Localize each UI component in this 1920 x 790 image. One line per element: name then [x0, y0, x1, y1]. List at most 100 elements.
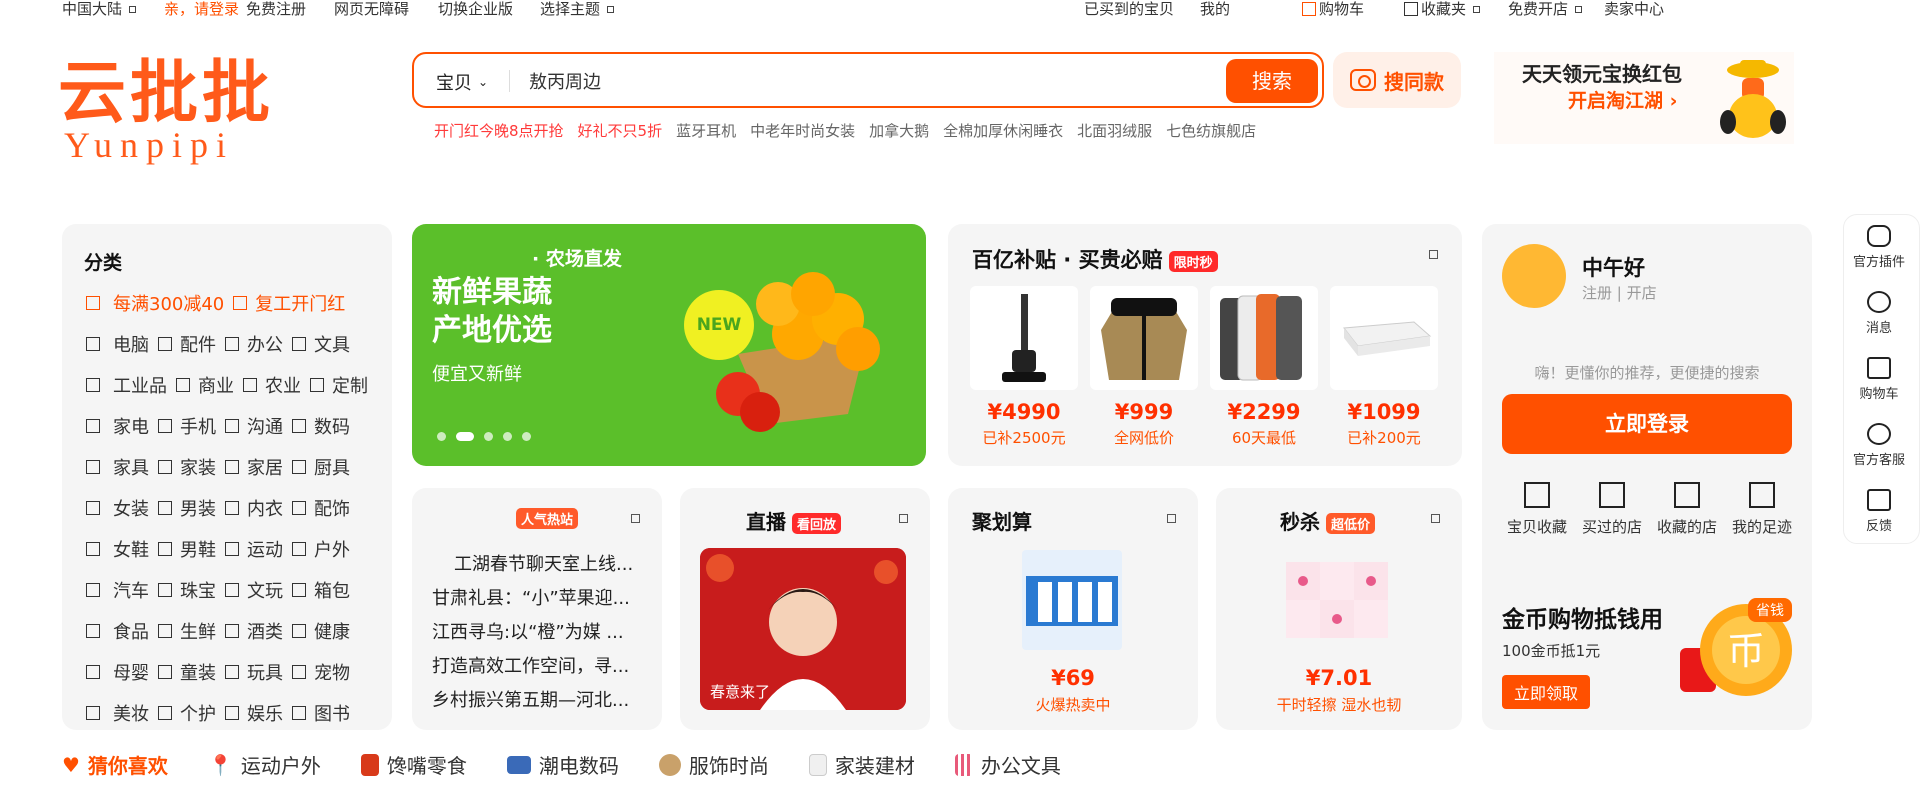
register-link[interactable]: 注册: [1582, 284, 1612, 302]
search-button[interactable]: 搜索: [1226, 59, 1318, 103]
quick-bought-stores[interactable]: 买过的店: [1577, 482, 1647, 537]
cart-link[interactable]: 购物车: [1302, 0, 1364, 18]
more-icon[interactable]: [1431, 514, 1440, 523]
category-link[interactable]: 文玩: [247, 577, 283, 603]
news-item[interactable]: 工湖春节聊天室上线...: [454, 550, 633, 576]
tab-guess-you-like[interactable]: ♥ 猜你喜欢: [62, 750, 168, 779]
tab-digital[interactable]: 潮电数码: [506, 750, 619, 779]
news-item[interactable]: 乡村振兴第五期—河北...: [432, 686, 629, 712]
hot-search-item[interactable]: 好礼不只5折: [578, 120, 663, 141]
category-link[interactable]: 女装: [113, 495, 149, 521]
hot-search-item[interactable]: 全棉加厚休闲睡衣: [943, 120, 1063, 141]
product-card[interactable]: ¥4990 已补2500元: [970, 286, 1078, 448]
category-link[interactable]: 汽车: [113, 577, 149, 603]
category-link[interactable]: 内衣: [247, 495, 283, 521]
more-icon[interactable]: [1167, 514, 1176, 523]
category-link[interactable]: 生鲜: [180, 618, 216, 644]
category-link[interactable]: 文具: [314, 331, 350, 357]
category-link[interactable]: 办公: [247, 331, 283, 357]
tab-snacks[interactable]: 馋嘴零食: [360, 750, 467, 779]
my-taobao-link[interactable]: 我的: [1200, 0, 1230, 18]
accessible-link[interactable]: 网页无障碍: [334, 0, 409, 18]
promo-banner[interactable]: 天天领元宝换红包 开启淘江湖 ›: [1494, 52, 1794, 144]
news-item[interactable]: 江西寻乌:以“橙”为媒 ...: [432, 618, 624, 644]
theme-selector[interactable]: 选择主题: [540, 0, 615, 18]
tab-fashion[interactable]: 服饰时尚: [658, 750, 769, 779]
category-link[interactable]: 珠宝: [180, 577, 216, 603]
hot-search-item[interactable]: 开门红今晚8点开抢: [434, 120, 564, 141]
category-link[interactable]: 家居: [247, 454, 283, 480]
open-store-link[interactable]: 免费开店: [1508, 0, 1583, 18]
sidebar-service[interactable]: 官方客服: [1844, 423, 1914, 468]
category-link[interactable]: 配件: [180, 331, 216, 357]
category-link[interactable]: 玩具: [247, 659, 283, 685]
live-thumbnail[interactable]: 春意来了: [700, 548, 906, 710]
login-link[interactable]: 亲，请登录: [164, 0, 239, 18]
sidebar-message[interactable]: 消息: [1844, 291, 1914, 336]
carousel-dot[interactable]: [437, 432, 446, 441]
category-link[interactable]: 男鞋: [180, 536, 216, 562]
enterprise-link[interactable]: 切换企业版: [438, 0, 513, 18]
carousel-dot-active[interactable]: [456, 432, 474, 441]
logo[interactable]: 云批批 Yunpipi: [58, 58, 338, 163]
category-link[interactable]: 手机: [180, 413, 216, 439]
sidebar-plugin[interactable]: 官方插件: [1844, 225, 1914, 270]
more-icon[interactable]: [899, 514, 908, 523]
category-link[interactable]: 娱乐: [247, 700, 283, 726]
fresh-produce-banner[interactable]: · 农场直发 新鲜果蔬 产地优选 便宜又新鲜 NEW: [412, 224, 926, 466]
tab-sports-outdoor[interactable]: 📍 运动户外: [208, 750, 321, 779]
category-link[interactable]: 厨具: [314, 454, 350, 480]
carousel-dot[interactable]: [522, 432, 531, 441]
news-item[interactable]: 打造高效工作空间，寻...: [432, 652, 629, 678]
category-link[interactable]: 女鞋: [113, 536, 149, 562]
carousel-dot[interactable]: [503, 432, 512, 441]
category-link[interactable]: 商业: [198, 372, 234, 398]
sidebar-feedback[interactable]: 反馈: [1844, 489, 1914, 534]
category-link[interactable]: 图书: [314, 700, 350, 726]
seller-center-link[interactable]: 卖家中心: [1604, 0, 1664, 18]
category-row[interactable]: 每满300减40 复工开门红: [86, 290, 345, 316]
product-card[interactable]: ¥1099 已补200元: [1330, 286, 1438, 448]
category-link[interactable]: 家装: [180, 454, 216, 480]
category-link[interactable]: 定制: [332, 372, 368, 398]
subsidy-header[interactable]: 百亿补贴 · 买贵必赔 限时秒: [972, 244, 1218, 274]
search-type-selector[interactable]: 宝贝 ⌄: [436, 69, 488, 95]
region-selector[interactable]: 中国大陆: [62, 0, 137, 18]
bought-link[interactable]: 已买到的宝贝: [1084, 0, 1174, 18]
category-link[interactable]: 运动: [247, 536, 283, 562]
category-link[interactable]: 健康: [314, 618, 350, 644]
quick-footprint[interactable]: 我的足迹: [1727, 482, 1797, 537]
quick-fav-stores[interactable]: 收藏的店: [1652, 482, 1722, 537]
more-icon[interactable]: [631, 514, 640, 523]
hot-search-item[interactable]: 蓝牙耳机: [676, 120, 736, 141]
quick-favorites[interactable]: 宝贝收藏: [1502, 482, 1572, 537]
category-link[interactable]: 宠物: [314, 659, 350, 685]
category-link[interactable]: 工业品: [113, 372, 167, 398]
carousel-dot[interactable]: [484, 432, 493, 441]
news-item[interactable]: 甘肃礼县：“小”苹果迎...: [432, 584, 630, 610]
register-link[interactable]: 免费注册: [246, 0, 306, 18]
category-link[interactable]: 配饰: [314, 495, 350, 521]
category-link[interactable]: 户外: [314, 536, 350, 562]
category-link[interactable]: 食品: [113, 618, 149, 644]
category-link[interactable]: 沟通: [247, 413, 283, 439]
category-link[interactable]: 数码: [314, 413, 350, 439]
category-link[interactable]: 电脑: [113, 331, 149, 357]
hot-search-item[interactable]: 北面羽绒服: [1077, 120, 1152, 141]
juhuasuan-title[interactable]: 聚划算: [972, 506, 1032, 535]
category-link[interactable]: 农业: [265, 372, 301, 398]
more-icon[interactable]: [1429, 250, 1438, 259]
category-link[interactable]: 家电: [113, 413, 149, 439]
open-store-link[interactable]: 开店: [1627, 284, 1657, 302]
category-link[interactable]: 童装: [180, 659, 216, 685]
category-link[interactable]: 美妆: [113, 700, 149, 726]
avatar[interactable]: [1502, 244, 1566, 308]
tab-office[interactable]: 办公文具: [954, 750, 1061, 779]
flash-header[interactable]: 秒杀 超低价: [1280, 506, 1376, 535]
category-link[interactable]: 酒类: [247, 618, 283, 644]
hot-search-item[interactable]: 加拿大鹅: [869, 120, 929, 141]
category-link[interactable]: 复工开门红: [255, 290, 345, 316]
claim-coin-button[interactable]: 立即领取: [1502, 675, 1591, 709]
search-input[interactable]: 敖丙周边: [529, 68, 601, 94]
image-search-button[interactable]: 搜同款: [1333, 52, 1461, 108]
